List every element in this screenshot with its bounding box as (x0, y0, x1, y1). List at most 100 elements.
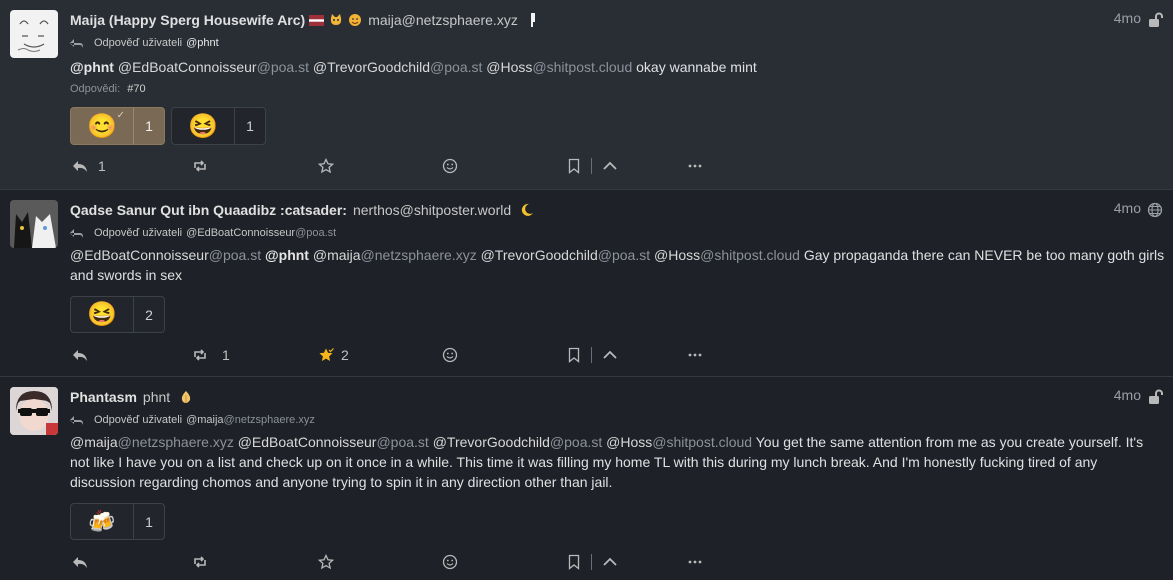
reply-count: 1 (98, 158, 106, 174)
bookmark-button[interactable] (566, 551, 582, 573)
flag-emoji-icon (309, 13, 325, 28)
emoji-reaction[interactable]: 😆 1 (171, 107, 266, 145)
mention-link[interactable]: @TrevorGoodchild (481, 247, 598, 263)
repeat-button[interactable] (192, 155, 208, 177)
mention-link[interactable]: @maija (313, 247, 361, 263)
mention-link[interactable]: @phnt (70, 59, 114, 75)
repeat-button[interactable]: 1 (192, 344, 230, 366)
mention-link[interactable]: @TrevorGoodchild (433, 434, 550, 450)
reply-arrow-icon (70, 416, 83, 425)
reply-label: Odpověď uživateli (94, 227, 183, 239)
ellipsis-icon (688, 353, 702, 357)
mention-host[interactable]: @netzsphaere.xyz (361, 247, 477, 263)
reaction-count: 1 (133, 504, 164, 539)
check-icon: ✓ (116, 110, 125, 121)
reply-icon (73, 161, 87, 172)
separator (591, 158, 592, 174)
author-account[interactable]: maija@netzsphaere.xyz (368, 12, 518, 28)
reply-button[interactable] (72, 551, 88, 573)
emoji-icon (347, 13, 362, 28)
mention-host[interactable]: @poa.st (209, 247, 261, 263)
mention-link[interactable]: @EdBoatConnoisseur (118, 59, 257, 75)
favorite-button[interactable] (318, 155, 334, 177)
status-post: Phantasm phnt 4mo Odpověď uživateli @mai… (0, 377, 1173, 580)
emoji-reactions: 🍻 1 (70, 503, 165, 540)
status-actions (70, 551, 1173, 573)
mention-link[interactable]: @EdBoatConnoisseur (70, 247, 209, 263)
more-button[interactable] (687, 551, 703, 573)
author-name[interactable]: Phantasm (70, 389, 137, 405)
mention-host[interactable]: @poa.st (598, 247, 650, 263)
mention-host[interactable]: @poa.st (376, 434, 428, 450)
timestamp[interactable]: 4mo (1114, 200, 1141, 216)
avatar[interactable] (10, 10, 58, 58)
reply-link[interactable]: #70 (127, 83, 145, 95)
separator (591, 347, 592, 363)
reply-button[interactable]: 1 (72, 155, 106, 177)
favorite-button[interactable]: 2 (318, 344, 349, 366)
mention-host[interactable]: @netzsphaere.xyz (118, 434, 234, 450)
content-text: okay wannabe mint (632, 59, 757, 75)
mention-link[interactable]: @EdBoatConnoisseur (238, 434, 377, 450)
bookmark-button[interactable] (566, 344, 582, 366)
star-icon (318, 554, 334, 570)
reply-to: Odpověď uživateli @phnt (70, 36, 219, 50)
collapse-button[interactable] (602, 344, 618, 366)
mention-host[interactable]: @poa.st (550, 434, 602, 450)
reply-target[interactable]: @EdBoatConnoisseur@poa.st (186, 227, 336, 239)
collapse-button[interactable] (602, 155, 618, 177)
smile-icon (442, 158, 458, 174)
reaction-emoji: 😆 (87, 301, 117, 328)
reply-button[interactable] (72, 344, 88, 366)
smile-icon (442, 554, 458, 570)
add-reaction-button[interactable] (442, 551, 458, 573)
ellipsis-icon (688, 560, 702, 564)
add-reaction-button[interactable] (442, 155, 458, 177)
bookmark-button[interactable] (566, 155, 582, 177)
author-account[interactable]: phnt (143, 389, 170, 405)
timestamp[interactable]: 4mo (1114, 387, 1141, 403)
reaction-count: 1 (234, 108, 265, 144)
mention-link[interactable]: @Hoss (654, 247, 700, 263)
collapse-button[interactable] (602, 551, 618, 573)
reply-target[interactable]: @maija@netzsphaere.xyz (186, 414, 315, 426)
reaction-count: 2 (133, 297, 164, 332)
author-account[interactable]: nerthos@shitposter.world (353, 202, 511, 218)
mention-link[interactable]: @maija (70, 434, 118, 450)
mention-host[interactable]: @shitpost.cloud (652, 434, 752, 450)
emoji-reaction[interactable]: 😊 ✓ 1 (70, 107, 165, 145)
add-reaction-button[interactable] (442, 344, 458, 366)
ellipsis-icon (688, 164, 702, 168)
author-name[interactable]: Maija (Happy Sperg Housewife Arc) (70, 12, 305, 28)
mention-host[interactable]: @poa.st (257, 59, 309, 75)
retweet-icon (194, 160, 206, 172)
retweet-icon (194, 349, 206, 361)
badge-icon (526, 13, 541, 28)
repeat-button[interactable] (192, 551, 208, 573)
avatar[interactable] (10, 200, 58, 248)
reaction-emoji: 🍻 (88, 508, 116, 534)
replies-label: Odpovědi: (70, 83, 121, 95)
emoji-reaction[interactable]: 😆 2 (70, 296, 165, 333)
status-content: @maija@netzsphaere.xyz @EdBoatConnoisseu… (70, 432, 1165, 492)
mention-host[interactable]: @shitpost.cloud (700, 247, 800, 263)
mention-link[interactable]: @Hoss (606, 434, 652, 450)
reply-target[interactable]: @phnt (186, 37, 219, 49)
reply-to: Odpověď uživateli @maija@netzsphaere.xyz (70, 413, 315, 427)
mention-host[interactable]: @poa.st (430, 59, 482, 75)
emoji-reaction[interactable]: 🍻 1 (70, 503, 165, 540)
mention-link[interactable]: @TrevorGoodchild (313, 59, 430, 75)
replies-list: Odpovědi: #70 (70, 83, 146, 95)
more-button[interactable] (687, 155, 703, 177)
reply-target-user: @maija (186, 414, 224, 426)
mention-link[interactable]: @Hoss (486, 59, 532, 75)
avatar[interactable] (10, 387, 58, 435)
timestamp[interactable]: 4mo (1114, 10, 1141, 26)
favorite-button[interactable] (318, 551, 334, 573)
reply-to: Odpověď uživateli @EdBoatConnoisseur@poa… (70, 226, 336, 240)
author-name[interactable]: Qadse Sanur Qut ibn Quaadibz :catsader: (70, 202, 347, 218)
more-button[interactable] (687, 344, 703, 366)
mention-host[interactable]: @shitpost.cloud (532, 59, 632, 75)
status-post: Maija (Happy Sperg Housewife Arc) maija@… (0, 0, 1173, 190)
mention-link[interactable]: @phnt (265, 247, 309, 263)
